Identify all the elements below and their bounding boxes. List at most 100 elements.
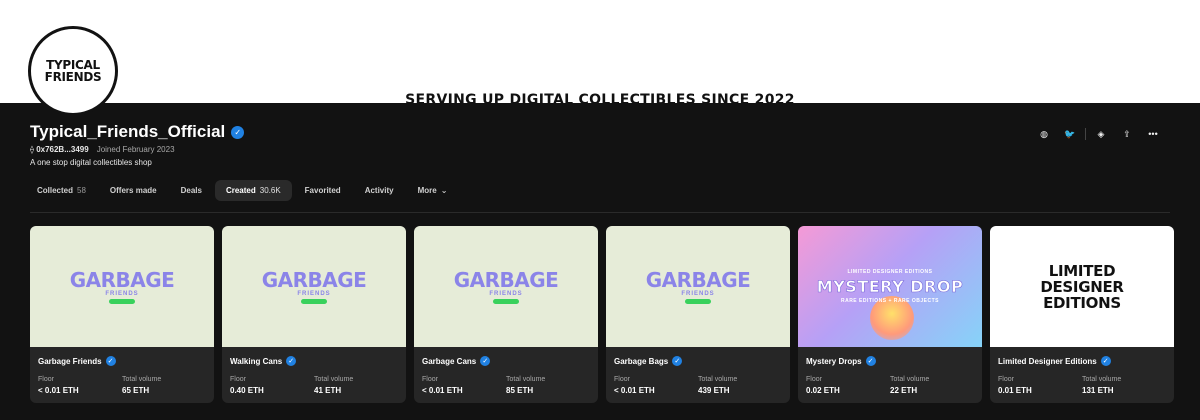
collection-image-subtitle: FRIENDS bbox=[681, 290, 715, 297]
collection-image-bottom-text: RARE EDITIONS + RARE OBJECTS bbox=[840, 298, 940, 304]
floor-label: Floor bbox=[806, 376, 822, 383]
collection-image: GARBAGE FRIENDS bbox=[606, 226, 790, 347]
collection-image-pill bbox=[109, 298, 135, 304]
collection-image: GARBAGE FRIENDS bbox=[30, 226, 214, 347]
tab-offers-made[interactable]: Offers made bbox=[99, 180, 168, 201]
collection-name: Walking Cans ✓ bbox=[230, 356, 398, 366]
tab-label: Collected bbox=[37, 186, 74, 195]
collection-stats: Floor 0.40 ETH Total volume 41 ETH bbox=[230, 376, 398, 395]
volume-label: Total volume bbox=[122, 376, 162, 383]
collection-image-title: LIMITED DESIGNER EDITIONS bbox=[1040, 261, 1124, 312]
total-volume: 131 ETH bbox=[1082, 386, 1114, 395]
tab-label: More bbox=[417, 186, 437, 195]
tabs-divider bbox=[30, 212, 1170, 213]
collection-image: LIMITED DESIGNER EDITIONS bbox=[990, 226, 1174, 347]
floor-stat: Floor 0.02 ETH bbox=[806, 376, 890, 395]
verified-badge-icon: ✓ bbox=[672, 356, 683, 366]
collection-image: LIMITED DESIGNER EDITIONS MYSTERY DROP RAR… bbox=[798, 226, 982, 347]
tab-label: Favorited bbox=[304, 186, 341, 195]
tab-favorited[interactable]: Favorited bbox=[294, 180, 352, 201]
floor-stat: Floor < 0.01 ETH bbox=[422, 376, 506, 395]
collection-image-subtitle: FRIENDS bbox=[105, 290, 139, 297]
tab-more[interactable]: More ⌄ bbox=[407, 180, 459, 201]
collection-name-text: Garbage Bags bbox=[614, 356, 669, 366]
collection-name: Garbage Bags ✓ bbox=[614, 356, 782, 366]
collection-name: Garbage Friends ✓ bbox=[38, 356, 206, 366]
tab-label: Offers made bbox=[109, 186, 157, 195]
collection-info: Garbage Friends ✓ Floor < 0.01 ETH Total vol… bbox=[30, 347, 214, 395]
tab-deals[interactable]: Deals bbox=[170, 180, 213, 201]
ethereum-icon: ⟠ bbox=[30, 145, 34, 154]
volume-stat: Total volume 65 ETH bbox=[122, 376, 206, 395]
collection-stats: Floor 0.01 ETH Total volume 131 ETH bbox=[998, 376, 1166, 395]
floor-price: < 0.01 ETH bbox=[614, 386, 655, 395]
collection-image-line: LIMITED bbox=[1048, 261, 1116, 280]
collection-stats: Floor < 0.01 ETH Total volume 65 ETH bbox=[38, 376, 206, 395]
collection-info: Limited Designer Editions ✓ Floor 0.01 ETH T… bbox=[990, 347, 1174, 395]
collection-info: Mystery Drops ✓ Floor 0.02 ETH Total volume 2… bbox=[798, 347, 982, 395]
collection-grid: GARBAGE FRIENDS Garbage Friends ✓ Floor < 0.0… bbox=[30, 226, 1174, 403]
collection-card[interactable]: GARBAGE FRIENDS Garbage Cans ✓ Floor < 0.01 E… bbox=[414, 226, 598, 403]
twitter-icon[interactable]: 🐦 bbox=[1057, 126, 1083, 142]
volume-label: Total volume bbox=[314, 376, 354, 383]
collection-image-line: EDITIONS bbox=[1043, 293, 1121, 312]
total-volume: 439 ETH bbox=[698, 386, 730, 395]
collection-name: Mystery Drops ✓ bbox=[806, 356, 974, 366]
tab-label: Created bbox=[225, 186, 256, 195]
collection-name: Limited Designer Editions ✓ bbox=[998, 356, 1166, 366]
profile-banner: SERVING UP DIGITAL COLLECTIBLES SINCE 20… bbox=[0, 0, 1200, 103]
volume-label: Total volume bbox=[890, 376, 930, 383]
collection-image-title: GARBAGE bbox=[69, 267, 175, 292]
total-volume: 85 ETH bbox=[506, 386, 534, 395]
collection-image-title: GARBAGE bbox=[453, 267, 559, 292]
collection-name: Garbage Cans ✓ bbox=[422, 356, 590, 366]
more-icon[interactable]: ••• bbox=[1140, 126, 1166, 142]
share-icon[interactable]: ⇪ bbox=[1114, 126, 1140, 142]
tab-activity[interactable]: Activity bbox=[354, 180, 405, 201]
volume-stat: Total volume 41 ETH bbox=[314, 376, 398, 395]
floor-price: 0.01 ETH bbox=[998, 386, 1032, 395]
profile-tabs: Collected 58 Offers made Deals Created 30.6K F… bbox=[26, 180, 458, 201]
website-icon[interactable]: ◍ bbox=[1031, 126, 1057, 142]
collection-card[interactable]: GARBAGE FRIENDS Garbage Friends ✓ Floor < 0.0… bbox=[30, 226, 214, 403]
floor-label: Floor bbox=[614, 376, 630, 383]
collection-image: GARBAGE FRIENDS bbox=[414, 226, 598, 347]
floor-stat: Floor < 0.01 ETH bbox=[614, 376, 698, 395]
collection-image-pill bbox=[301, 298, 327, 304]
profile-actions: ◍ 🐦 ◈ ⇪ ••• bbox=[1031, 126, 1166, 142]
collection-card[interactable]: GARBAGE FRIENDS Walking Cans ✓ Floor 0.40 ETH… bbox=[222, 226, 406, 403]
collection-card[interactable]: GARBAGE FRIENDS Garbage Bags ✓ Floor < 0.01 E… bbox=[606, 226, 790, 403]
volume-stat: Total volume 85 ETH bbox=[506, 376, 590, 395]
tab-count: 58 bbox=[77, 186, 86, 195]
collection-stats: Floor < 0.01 ETH Total volume 85 ETH bbox=[422, 376, 590, 395]
collection-card[interactable]: LIMITED DESIGNER EDITIONS Limited Designer … bbox=[990, 226, 1174, 403]
collection-name-text: Mystery Drops bbox=[806, 356, 862, 366]
verified-badge-icon: ✓ bbox=[865, 356, 876, 366]
tab-label: Deals bbox=[180, 186, 202, 195]
wallet-address[interactable]: ⟠ 0x762B...3499 bbox=[30, 145, 89, 154]
collection-info: Garbage Cans ✓ Floor < 0.01 ETH Total volume… bbox=[414, 347, 598, 395]
collection-image-subtitle: FRIENDS bbox=[489, 290, 523, 297]
tab-collected[interactable]: Collected 58 bbox=[26, 180, 97, 201]
avatar-logo: TYPICAL FRIENDS bbox=[45, 59, 102, 83]
actions-separator bbox=[1085, 128, 1086, 140]
volume-stat: Total volume 439 ETH bbox=[698, 376, 782, 395]
tab-created[interactable]: Created 30.6K bbox=[214, 180, 292, 201]
floor-label: Floor bbox=[998, 376, 1014, 383]
collection-name-text: Limited Designer Editions bbox=[998, 356, 1097, 366]
verified-badge-icon: ✓ bbox=[1100, 356, 1111, 366]
collection-image-pill bbox=[685, 298, 711, 304]
collection-info: Walking Cans ✓ Floor 0.40 ETH Total volume 41… bbox=[222, 347, 406, 395]
collection-card[interactable]: LIMITED DESIGNER EDITIONS MYSTERY DROP RAR… bbox=[798, 226, 982, 403]
total-volume: 22 ETH bbox=[890, 386, 918, 395]
floor-stat: Floor 0.40 ETH bbox=[230, 376, 314, 395]
tag-icon[interactable]: ◈ bbox=[1088, 126, 1114, 142]
profile-bio: A one stop digital collectibles shop bbox=[30, 158, 152, 167]
collection-image-pill bbox=[493, 298, 519, 304]
volume-label: Total volume bbox=[506, 376, 546, 383]
floor-price: < 0.01 ETH bbox=[38, 386, 79, 395]
collection-info: Garbage Bags ✓ Floor < 0.01 ETH Total volume… bbox=[606, 347, 790, 395]
joined-date: Joined February 2023 bbox=[96, 145, 175, 154]
tab-label: Activity bbox=[364, 186, 394, 195]
collection-image: GARBAGE FRIENDS bbox=[222, 226, 406, 347]
